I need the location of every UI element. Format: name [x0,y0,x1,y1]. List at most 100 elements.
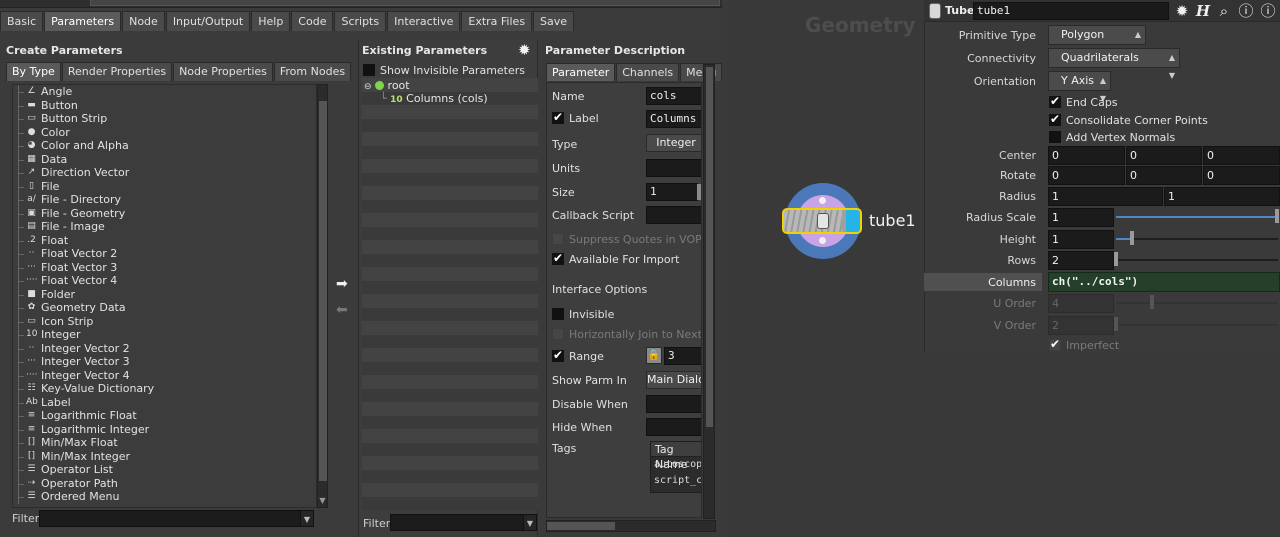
list-item[interactable]: Ab Label [13,395,316,409]
invisible-toggle[interactable]: Invisible [552,307,614,321]
list-item[interactable]: ▦ Data [13,152,316,166]
u-order-slider-knob[interactable] [1150,295,1154,309]
rotate-x-field[interactable]: 0 [1048,166,1125,185]
connectivity-dropdown[interactable]: Quadrilaterals ▲ ▼ [1048,48,1180,80]
list-item[interactable]: ◕ Color and Alpha [13,139,316,153]
parameter-type-list[interactable]: ∠ Angle ▬ Button ▭ Button Strip ● Color ◕ Color a… [12,84,317,508]
list-item[interactable]: ▭ Button Strip [13,112,316,126]
columns-expression-field[interactable]: ch("../cols") [1048,272,1280,292]
create-filter-input[interactable] [39,510,301,527]
list-item[interactable]: ≡ Logarithmic Float [13,409,316,423]
add-parameter-arrow-icon[interactable]: ➡ [336,276,352,292]
tab-help[interactable]: Help [251,11,291,31]
list-item[interactable]: ■ Folder [13,287,316,301]
suppress-quotes-checkbox[interactable] [552,233,564,245]
units-field[interactable] [646,159,701,177]
tab-from-nodes[interactable]: From Nodes [273,62,352,81]
list-item[interactable]: ···· Float Vector 4 [13,274,316,288]
search-icon[interactable]: ⌕ [1214,1,1234,21]
imperfect-checkbox[interactable] [1049,337,1061,351]
list-item[interactable]: ▬ Button [13,98,316,112]
size-field[interactable]: 1 [646,183,698,201]
list-item[interactable]: ▯ File [13,179,316,193]
tab-save[interactable]: Save [533,11,575,31]
show-invisible-toggle[interactable]: Show Invisible Parameters [363,63,525,77]
list-item[interactable]: ··· Integer Vector 3 [13,355,316,369]
list-item[interactable]: ▣ File - Geometry [13,206,316,220]
end-caps-toggle[interactable]: End Caps [1049,94,1118,109]
gear-icon[interactable]: ✹ [518,42,534,58]
label-field[interactable]: Columns [646,110,701,128]
available-import-toggle[interactable]: Available For Import [552,251,679,266]
consolidate-checkbox[interactable] [1049,112,1061,126]
tag-row[interactable]: autoscope [651,457,701,473]
tab-input-output[interactable]: Input/Output [165,11,251,31]
orientation-dropdown[interactable]: Y Axis ▲ ▼ [1048,71,1111,103]
hide-when-field[interactable] [646,418,701,436]
show-parm-dropdown[interactable]: Main Dialog [646,371,701,389]
primitive-type-dropdown[interactable]: Polygon▲▼ [1048,25,1146,57]
tab-interactive[interactable]: Interactive [387,11,461,31]
callback-field[interactable] [646,206,701,224]
range-toggle[interactable]: Range [552,348,604,363]
type-dropdown[interactable]: Integer [646,134,701,152]
disable-when-field[interactable] [646,395,701,413]
list-item[interactable]: [] Min/Max Float [13,436,316,450]
list-item[interactable]: ☰ Ordered Menu [13,490,316,504]
tab-render-properties[interactable]: Render Properties [61,62,173,81]
vertex-normals-toggle[interactable]: Add Vertex Normals [1049,130,1175,144]
help-icon[interactable]: ⓘ [1236,1,1256,21]
size-slider-handle[interactable] [697,184,701,200]
node-name-label[interactable]: tube1 [869,211,916,230]
list-item[interactable]: ∠ Angle [13,85,316,99]
tab-code[interactable]: Code [291,11,334,31]
u-order-field[interactable]: 4 [1048,294,1114,313]
hjoin-checkbox[interactable] [552,328,564,340]
suppress-quotes-toggle[interactable]: Suppress Quotes in VOP Code [552,232,701,246]
radius-1-field[interactable]: 1 [1048,187,1163,206]
create-filter-dropdown-icon[interactable]: ▼ [300,510,314,527]
node-output-connector[interactable] [819,237,826,244]
invisible-checkbox[interactable] [552,308,564,320]
range-checkbox[interactable] [552,348,564,362]
vertex-normals-checkbox[interactable] [1049,131,1061,143]
tab-node[interactable]: Node [122,11,165,31]
node-flags[interactable] [784,210,842,232]
scrollbar-thumb[interactable] [706,67,713,427]
tab-parameters[interactable]: Parameters [44,11,122,31]
list-item[interactable]: ▤ File - Image [13,220,316,234]
radius-2-field[interactable]: 1 [1164,187,1280,206]
available-import-checkbox[interactable] [552,251,564,265]
radius-scale-field[interactable]: 1 [1048,208,1114,227]
v-order-slider-knob[interactable] [1114,317,1118,331]
tree-item-columns[interactable]: └ 10 Columns (cols) [380,92,488,105]
remove-parameter-arrow-icon[interactable]: ⬅ [336,302,352,318]
node-name-field[interactable]: tube1 [973,2,1169,20]
list-item[interactable]: ·· Integer Vector 2 [13,341,316,355]
list-item[interactable]: 10 Integer [13,328,316,342]
scroll-down-icon[interactable]: ▼ [318,495,327,507]
imperfect-toggle[interactable]: Imperfect [1049,337,1119,352]
tab-scripts[interactable]: Scripts [334,11,387,31]
existing-parameters-tree[interactable] [362,78,538,512]
existing-filter-input[interactable] [390,514,525,531]
rows-slider-knob[interactable] [1114,252,1118,266]
center-z-field[interactable]: 0 [1203,146,1280,165]
collapse-icon[interactable]: ⊖ [364,82,372,92]
info-icon[interactable]: ⓘ [1258,1,1278,21]
label-checkbox[interactable] [552,110,564,124]
u-order-slider[interactable] [1116,302,1278,304]
show-invisible-checkbox[interactable] [363,64,375,76]
rows-field[interactable]: 2 [1048,251,1114,270]
tab-node-properties[interactable]: Node Properties [173,62,273,81]
scrollbar-thumb[interactable] [319,101,327,481]
list-item[interactable]: [] Min/Max Integer [13,449,316,463]
tab-parameter[interactable]: Parameter [546,63,616,81]
tab-menu[interactable]: Menu [680,63,723,81]
tags-table[interactable]: Tag Name autoscope script_callback [650,441,701,493]
tab-basic[interactable]: Basic [0,11,44,31]
list-item[interactable]: .2 Float [13,233,316,247]
list-item[interactable]: ↗ Direction Vector [13,166,316,180]
v-order-field[interactable]: 2 [1048,316,1114,335]
label-toggle[interactable]: Label [552,110,599,125]
